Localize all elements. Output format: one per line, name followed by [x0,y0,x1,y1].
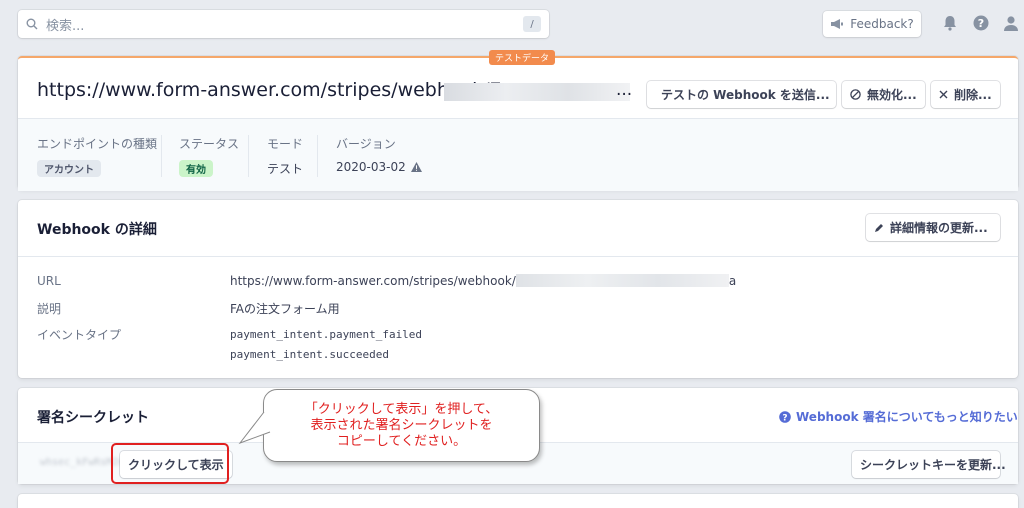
learn-more-label: Webhook 署名についてもっと知りたい [796,410,1018,424]
url-tail: a [728,274,737,288]
close-icon [939,90,948,99]
warning-icon[interactable] [410,162,422,172]
mode-label: モード [267,137,304,151]
endpoint-url-ellipsis: ... [616,80,633,100]
callout-pointer [238,411,272,445]
rotate-secret-label: シークレットキーを更新... [860,458,1006,472]
signing-secret-title: 署名シークレット [37,410,149,426]
search-icon [26,18,38,30]
url-text: https://www.form-answer.com/stripes/webh… [230,274,516,288]
disable-label: 無効化... [867,88,917,102]
test-data-badge: テストデータ [489,50,556,65]
endpoint-type-field: エンドポイントの種類 アカウント [37,135,157,177]
search-placeholder: 検索... [46,18,85,34]
disable-icon [850,89,861,100]
delete-button[interactable]: 削除... [931,81,1000,108]
status-field: ステータス 有効 [179,135,239,177]
search-shortcut: / [523,16,541,32]
version-value: 2020-03-02 [336,160,406,174]
event-type-item: payment_intent.succeeded [230,348,389,361]
feedback-button[interactable]: Feedback? [823,11,921,37]
endpoint-type-label: エンドポイントの種類 [37,137,158,151]
send-test-webhook-button[interactable]: テストの Webhook を送信... [647,81,836,108]
endpoint-type-badge: アカウント [37,160,101,177]
divider [161,135,162,177]
notification-bell-icon[interactable] [943,15,959,31]
learn-more-link[interactable]: ? Webhook 署名についてもっと知りたい [779,408,1018,425]
svg-text:?: ? [782,413,787,423]
version-field: バージョン 2020-03-02 [336,135,422,174]
url-label: URL [37,274,61,288]
megaphone-icon [831,19,844,29]
endpoint-url-title: https://www.form-answer.com/stripes/webh… [37,79,502,101]
delete-label: 削除... [954,88,992,102]
redacted-url-segment [444,83,630,101]
url-value: https://www.form-answer.com/stripes/webh… [230,274,736,288]
feedback-label: Feedback? [850,17,914,31]
status-badge: 有効 [179,160,213,177]
webhook-details-card: Webhook の詳細 詳細情報の更新... URL https://www.f… [18,200,1018,378]
event-type-item: payment_intent.payment_failed [230,328,423,341]
status-label: ステータス [179,137,240,151]
divider [317,135,318,177]
webhook-details-title: Webhook の詳細 [37,222,157,238]
divider [248,135,249,177]
help-icon[interactable]: ? [973,15,989,31]
callout-line: コピーしてください。 [336,433,467,449]
divider [18,256,1018,257]
redacted-url-segment [515,274,729,287]
update-details-button[interactable]: 詳細情報の更新... [866,214,1000,241]
help-circle-icon: ? [779,410,791,423]
disable-button[interactable]: 無効化... [842,81,925,108]
callout-line: 「クリックして表示」を押して、 [304,401,499,417]
update-details-label: 詳細情報の更新... [890,221,988,235]
event-type-label: イベントタイプ [37,328,122,342]
endpoint-meta-band: エンドポイントの種類 アカウント ステータス 有効 モード テスト バージョン … [18,118,1018,191]
callout-line: 表示された署名シークレットを [310,417,493,433]
instruction-callout: 「クリックして表示」を押して、 表示された署名シークレットを コピーしてください… [263,389,540,462]
mode-value: テスト [267,162,304,176]
rotate-secret-button[interactable]: シークレットキーを更新... [852,451,1006,478]
description-value: FAの注文フォーム用 [230,302,340,316]
version-label: バージョン [336,137,396,151]
endpoint-header-card: テストデータ https://www.form-answer.com/strip… [18,50,1018,191]
description-label: 説明 [37,302,62,316]
pencil-icon [875,223,883,232]
highlight-box [111,443,229,484]
account-icon[interactable] [1003,15,1019,31]
svg-text:?: ? [978,17,984,30]
mode-field: モード テスト [267,135,303,177]
next-card [18,494,1018,508]
search-input[interactable]: 検索... / [18,10,549,38]
send-test-webhook-label: テストの Webhook を送信... [661,88,830,102]
